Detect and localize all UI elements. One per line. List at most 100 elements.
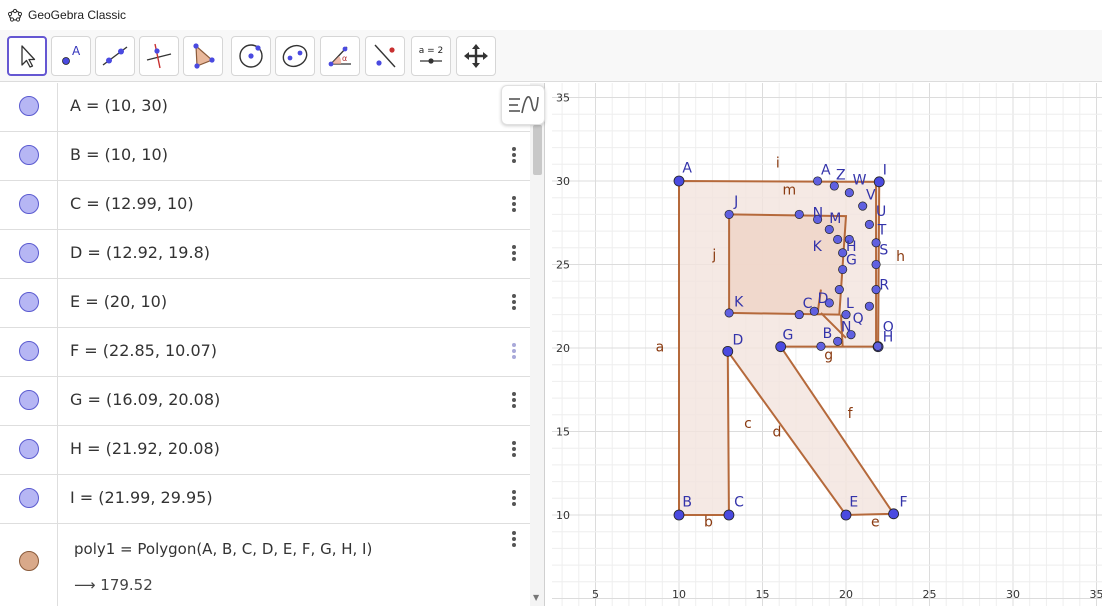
algebra-row[interactable]: F = (22.85, 10.07) [0, 328, 530, 377]
visibility-cell [0, 524, 58, 606]
point[interactable] [871, 259, 881, 270]
algebra-expression[interactable]: A = (10, 30) [70, 96, 168, 115]
visibility-cell [0, 328, 58, 376]
more-menu-icon[interactable] [509, 293, 519, 313]
point[interactable] [873, 341, 883, 351]
visibility-toggle[interactable] [19, 439, 39, 459]
point[interactable] [724, 308, 734, 318]
point[interactable] [864, 219, 874, 229]
point-label: L [846, 296, 854, 312]
angle-tool[interactable]: α [320, 36, 360, 76]
visibility-toggle[interactable] [19, 488, 39, 508]
point-label: A [682, 161, 692, 177]
point-B[interactable] [673, 509, 685, 521]
point-C[interactable] [723, 509, 735, 521]
point[interactable] [864, 301, 874, 311]
visibility-toggle[interactable] [19, 341, 39, 361]
more-menu-icon[interactable] [509, 440, 519, 460]
y-tick-label: 20 [556, 342, 570, 355]
perpendicular-line-tool[interactable] [139, 36, 179, 76]
more-menu-icon[interactable] [509, 391, 519, 411]
point-E[interactable] [840, 509, 852, 521]
visibility-toggle[interactable] [19, 390, 39, 410]
point-D[interactable] [722, 345, 734, 357]
algebra-row[interactable]: A = (10, 30) [0, 83, 530, 132]
algebra-row[interactable]: D = (12.92, 19.8) [0, 230, 530, 279]
algebra-expression[interactable]: F = (22.85, 10.07) [70, 341, 217, 360]
scroll-down-arrow-icon[interactable]: ▼ [533, 593, 539, 602]
algebra-row[interactable]: C = (12.99, 10) [0, 181, 530, 230]
more-menu-icon[interactable] [509, 244, 519, 264]
point-label: U [876, 204, 886, 220]
more-menu-icon[interactable] [509, 195, 519, 215]
algebra-row[interactable]: G = (16.09, 20.08) [0, 377, 530, 426]
geogebra-logo-icon [8, 8, 22, 22]
segment-label: f [848, 406, 854, 422]
algebra-expression[interactable]: D = (12.92, 19.8) [70, 243, 210, 262]
algebra-row[interactable]: I = (21.99, 29.95) [0, 475, 530, 524]
algebra-output: ⟶ 179.52 [74, 576, 153, 594]
point-F[interactable] [888, 508, 899, 520]
algebra-row[interactable]: E = (20, 10) [0, 279, 530, 328]
reflect-tool[interactable] [365, 36, 405, 76]
point[interactable] [833, 234, 843, 244]
point-label: C [803, 296, 813, 312]
algebra-scrollbar[interactable]: ▼ [530, 83, 544, 606]
visibility-toggle[interactable] [19, 145, 39, 165]
polygon-tool[interactable] [183, 36, 223, 76]
point-label: K [813, 239, 823, 255]
visibility-toggle[interactable] [19, 96, 39, 116]
algebra-expression[interactable]: I = (21.99, 29.95) [70, 488, 213, 507]
segment-label: m [783, 182, 797, 198]
visibility-toggle[interactable] [19, 292, 39, 312]
slider-tool[interactable]: a = 2 [411, 36, 451, 76]
point-tool[interactable]: A [51, 36, 91, 76]
visibility-toggle[interactable] [19, 243, 39, 263]
circle-tool[interactable] [231, 36, 271, 76]
visibility-toggle[interactable] [19, 551, 39, 571]
algebra-style-bar-toggle[interactable] [501, 85, 545, 125]
visibility-cell [0, 83, 58, 131]
algebra-expression[interactable]: C = (12.99, 10) [70, 194, 194, 213]
x-tick-label: 30 [1006, 588, 1020, 601]
point-label: O [883, 319, 894, 335]
ellipse-tool[interactable] [275, 36, 315, 76]
algebra-view: A = (10, 30) B = (10, 10) C = (12.99, 10… [0, 83, 545, 606]
x-tick-label: 10 [672, 588, 686, 601]
algebra-expression[interactable]: H = (21.92, 20.08) [70, 439, 220, 458]
segment-label: b [704, 515, 713, 531]
more-menu-icon[interactable] [509, 146, 519, 166]
more-menu-icon[interactable] [509, 342, 519, 362]
point[interactable] [724, 209, 734, 219]
visibility-toggle[interactable] [19, 194, 39, 214]
algebra-row-polygon[interactable]: poly1 = Polygon(A, B, C, D, E, F, G, H, … [0, 524, 530, 606]
more-menu-icon[interactable] [509, 530, 519, 550]
point-label: B [823, 326, 833, 342]
point-label: K [734, 294, 744, 310]
graphics-view[interactable]: 5 10 15 20 25 30 35 35 30 25 20 15 10 A B C D E F G H I J K A Z W V… [552, 83, 1102, 606]
visibility-cell [0, 426, 58, 474]
algebra-expression[interactable]: G = (16.09, 20.08) [70, 390, 220, 409]
point-I[interactable] [873, 176, 885, 188]
graphics-canvas[interactable]: 5 10 15 20 25 30 35353025201510AB CDE FG HIJKA Z WV… [552, 83, 1102, 606]
point-label: R [879, 278, 889, 294]
more-menu-icon[interactable] [509, 489, 519, 509]
point-label: A [821, 162, 831, 178]
algebra-row[interactable]: H = (21.92, 20.08) [0, 426, 530, 475]
point[interactable] [834, 285, 844, 295]
algebra-expression[interactable]: poly1 = Polygon(A, B, C, D, E, F, G, H, … [74, 540, 372, 558]
point-label: Q [853, 311, 864, 327]
algebra-row[interactable]: B = (10, 10) [0, 132, 530, 181]
algebra-expression[interactable]: E = (20, 10) [70, 292, 167, 311]
move-graphics-tool[interactable] [456, 36, 496, 76]
point[interactable] [844, 188, 854, 198]
slider-icon: a = 2 [419, 46, 443, 64]
point[interactable] [833, 336, 843, 346]
move-tool[interactable] [7, 36, 47, 76]
algebra-expression[interactable]: B = (10, 10) [70, 145, 168, 164]
line-tool[interactable] [95, 36, 135, 76]
toolbar: A α a = 2 [0, 30, 1102, 82]
point-A[interactable] [673, 175, 685, 187]
point[interactable] [794, 209, 804, 219]
scrollbar-thumb[interactable] [533, 125, 542, 175]
